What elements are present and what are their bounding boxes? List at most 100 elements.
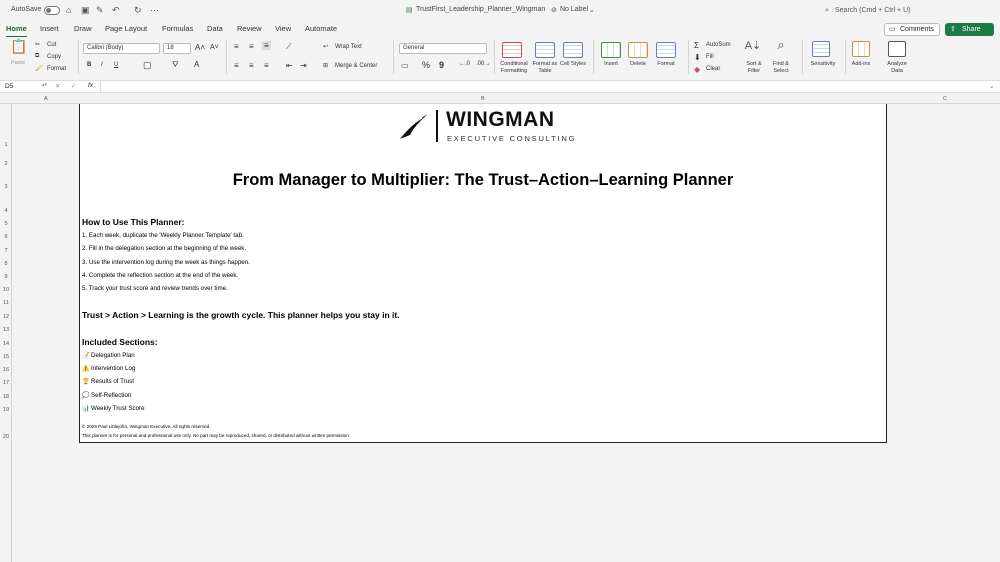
format-painter-icon[interactable]: 🖌	[35, 65, 43, 72]
tab-automate[interactable]: Automate	[305, 24, 337, 33]
row-header[interactable]: 3	[0, 184, 12, 190]
align-bottom-icon[interactable]: ≡	[262, 41, 271, 50]
delete-cells-icon[interactable]	[628, 42, 648, 58]
expand-formula-icon[interactable]: ⌄	[989, 82, 994, 90]
row-header[interactable]: 12	[0, 314, 12, 320]
file-name[interactable]: TrustFirst_Leadership_Planner_Wingman	[416, 6, 545, 13]
undo-icon[interactable]: ↶	[112, 5, 120, 16]
increase-font-icon[interactable]: A˄	[195, 43, 205, 52]
borders-icon[interactable]: ▢	[143, 60, 152, 71]
fill-color-icon[interactable]: ⛛	[172, 60, 179, 70]
row-header[interactable]: 16	[0, 367, 12, 373]
orientation-icon[interactable]: ⟋	[286, 42, 292, 52]
copy-button[interactable]: Copy	[47, 54, 61, 60]
row-header[interactable]: 11	[0, 300, 12, 306]
row-header[interactable]: 7	[0, 248, 12, 254]
comments-button[interactable]: ▭ Comments	[884, 23, 940, 36]
row-header[interactable]: 6	[0, 234, 12, 240]
row-header[interactable]: 20	[0, 434, 12, 440]
cell-styles-icon[interactable]	[563, 42, 583, 58]
row-header[interactable]: 4	[0, 208, 12, 214]
format-as-table-button[interactable]: Format as Table	[531, 61, 559, 74]
row-header[interactable]: 19	[0, 407, 12, 413]
wrap-text-button[interactable]: Wrap Text	[335, 44, 362, 50]
cell-styles-button[interactable]: Cell Styles	[559, 61, 587, 68]
tab-view[interactable]: View	[275, 24, 291, 33]
sort-filter-button[interactable]: Sort & Filter	[740, 61, 768, 74]
home-icon[interactable]: ⌂	[66, 5, 71, 15]
underline-button[interactable]: U	[114, 62, 118, 68]
format-cells-button[interactable]: Format	[652, 61, 680, 68]
column-header-b[interactable]: B	[481, 96, 485, 102]
row-header[interactable]: 1	[0, 142, 12, 148]
tab-formulas[interactable]: Formulas	[162, 24, 193, 33]
sensitivity-button[interactable]: Sensitivity	[805, 61, 841, 68]
analyze-data-icon[interactable]	[888, 41, 906, 57]
cut-icon[interactable]: ✂	[35, 41, 40, 48]
row-header[interactable]: 9	[0, 274, 12, 280]
row-header[interactable]: 18	[0, 394, 12, 400]
tab-data[interactable]: Data	[207, 24, 223, 33]
redo-icon[interactable]: ↻	[134, 5, 142, 16]
format-cells-icon[interactable]	[656, 42, 676, 58]
tab-draw[interactable]: Draw	[74, 24, 92, 33]
tab-home[interactable]: Home	[6, 24, 27, 38]
sensitivity-ribbon-icon[interactable]	[812, 41, 830, 57]
format-painter-button[interactable]: Format	[47, 66, 66, 72]
paste-icon[interactable]: 📋	[10, 39, 27, 53]
font-color-icon[interactable]: A	[194, 60, 199, 69]
fill-button[interactable]: Fill	[706, 54, 714, 60]
row-header[interactable]: 2	[0, 161, 12, 167]
insert-cells-button[interactable]: Insert	[597, 61, 625, 68]
number-format-select[interactable]: General	[399, 43, 487, 54]
autosum-icon[interactable]: Σ	[694, 41, 699, 50]
decrease-indent-icon[interactable]: ⇤	[286, 61, 293, 70]
chevron-down-icon[interactable]: ⌄	[589, 6, 595, 14]
fill-icon[interactable]: ⬇	[694, 53, 701, 62]
analyze-data-button[interactable]: Analyze Data	[883, 61, 911, 74]
add-ins-button[interactable]: Add-ins	[847, 61, 875, 68]
enter-icon[interactable]: ✓	[71, 82, 76, 90]
paste-label[interactable]: Paste	[5, 60, 31, 67]
column-header-a[interactable]: A	[44, 96, 48, 102]
cut-button[interactable]: Cut	[47, 42, 56, 48]
conditional-formatting-icon[interactable]	[502, 42, 522, 58]
find-select-button[interactable]: Find & Select	[767, 61, 795, 74]
insert-cells-icon[interactable]	[601, 42, 621, 58]
align-center-icon[interactable]: ≡	[249, 61, 254, 70]
decrease-decimal-icon[interactable]: .00→	[476, 61, 490, 67]
planner-cover[interactable]: WINGMAN EXECUTIVE CONSULTING From Manage…	[79, 104, 887, 443]
autosave-toggle[interactable]	[44, 6, 60, 15]
name-box[interactable]: D5	[5, 83, 13, 90]
name-box-stepper-icon[interactable]: ▴▾	[42, 82, 47, 88]
decrease-font-icon[interactable]: A˅	[210, 44, 219, 51]
bold-button[interactable]: B	[87, 62, 91, 68]
autosum-button[interactable]: AutoSum	[706, 42, 731, 48]
row-header[interactable]: 17	[0, 380, 12, 386]
edit-icon[interactable]: ✎	[96, 5, 104, 16]
align-left-icon[interactable]: ≡	[234, 61, 239, 70]
row-header[interactable]: 5	[0, 221, 12, 227]
increase-decimal-icon[interactable]: ←.0	[459, 61, 470, 67]
search-box[interactable]: ⌕ Search (Cmd + Ctrl + U)	[823, 4, 993, 18]
wrap-text-icon[interactable]: ↩	[323, 43, 328, 50]
row-header[interactable]: 15	[0, 354, 12, 360]
row-header[interactable]: 10	[0, 287, 12, 293]
currency-icon[interactable]: ▭	[401, 61, 409, 70]
cancel-icon[interactable]: ✕	[55, 82, 60, 90]
font-name-select[interactable]: Calibri (Body)	[83, 43, 160, 54]
delete-cells-button[interactable]: Delete	[624, 61, 652, 68]
merge-center-button[interactable]: Merge & Center	[335, 63, 377, 69]
sort-filter-icon[interactable]: A⇣	[742, 41, 764, 52]
tab-page-layout[interactable]: Page Layout	[105, 24, 147, 33]
sensitivity-label[interactable]: No Label	[560, 6, 588, 13]
percent-button[interactable]: %	[422, 60, 430, 70]
increase-indent-icon[interactable]: ⇥	[300, 61, 307, 70]
row-header[interactable]: 14	[0, 341, 12, 347]
clear-icon[interactable]: ◆	[694, 65, 700, 74]
find-select-icon[interactable]: ⌕	[770, 38, 792, 51]
italic-button[interactable]: I	[101, 62, 103, 68]
align-middle-icon[interactable]: ≡	[249, 42, 254, 51]
more-icon[interactable]: ⋯	[150, 5, 159, 16]
format-as-table-icon[interactable]	[535, 42, 555, 58]
